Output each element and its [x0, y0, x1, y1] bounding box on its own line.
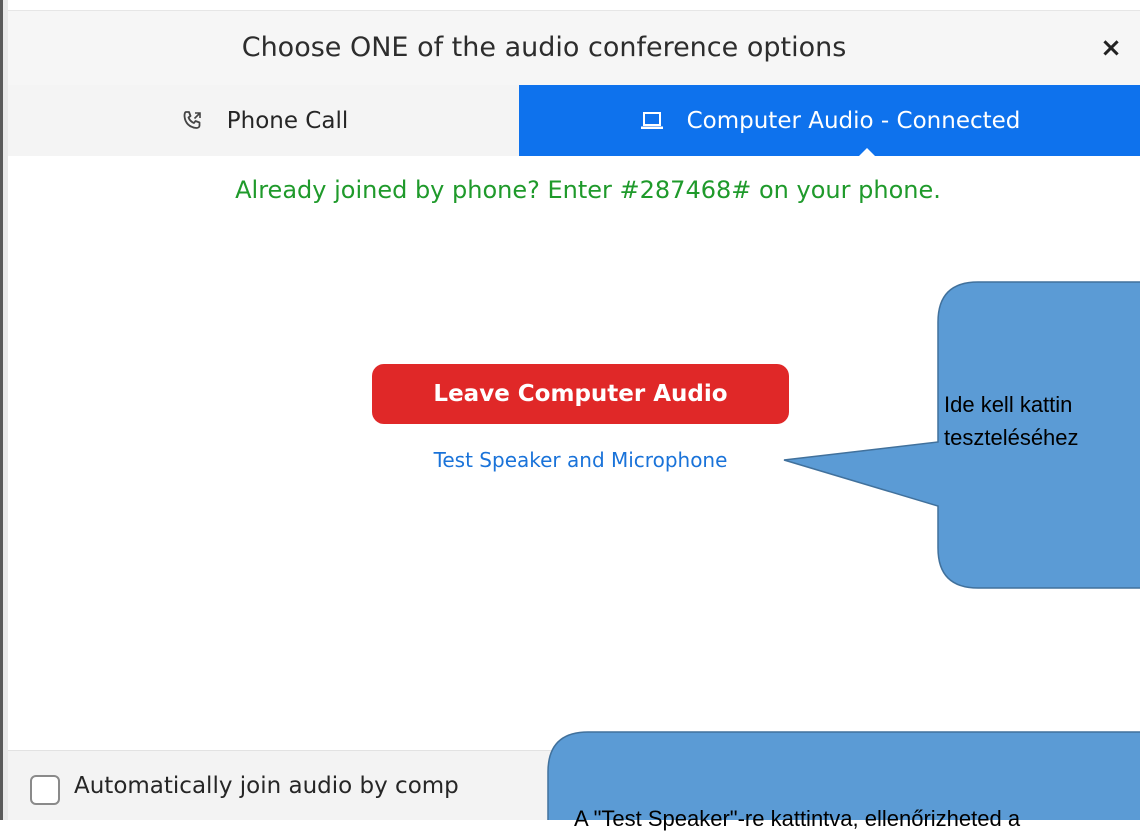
phone-join-notice: Already joined by phone? Enter #287468# … — [235, 176, 941, 204]
callout-text-1-line2: teszteléséhez — [944, 425, 1079, 450]
tab-phone-call[interactable]: Phone Call — [8, 85, 519, 156]
audio-tabs: Phone Call Computer Audio - Connected — [8, 85, 1140, 156]
auto-join-label: Automatically join audio by comp — [74, 773, 459, 799]
callout-text-2: A "Test Speaker"-re kattintva, ellenőriz… — [574, 806, 1021, 831]
tab-computer-audio[interactable]: Computer Audio - Connected — [519, 85, 1140, 156]
test-speaker-microphone-link[interactable]: Test Speaker and Microphone — [372, 448, 789, 472]
phone-icon — [179, 108, 205, 134]
tab-phone-call-label: Phone Call — [226, 107, 349, 134]
title-bar: Choose ONE of the audio conference optio… — [8, 10, 1140, 86]
auto-join-checkbox[interactable] — [30, 775, 60, 805]
laptop-icon — [639, 108, 665, 134]
callout-text-1-line1: Ide kell kattin — [944, 392, 1073, 417]
close-button[interactable]: × — [1096, 33, 1126, 63]
close-icon: × — [1100, 33, 1122, 63]
window-edge — [0, 0, 8, 820]
dialog-title: Choose ONE of the audio conference optio… — [241, 32, 847, 63]
tab-computer-audio-label: Computer Audio - Connected — [686, 107, 1021, 134]
callout-text-1: Ide kell kattin teszteléséhez — [944, 388, 1079, 454]
leave-computer-audio-button[interactable]: Leave Computer Audio — [372, 364, 789, 424]
